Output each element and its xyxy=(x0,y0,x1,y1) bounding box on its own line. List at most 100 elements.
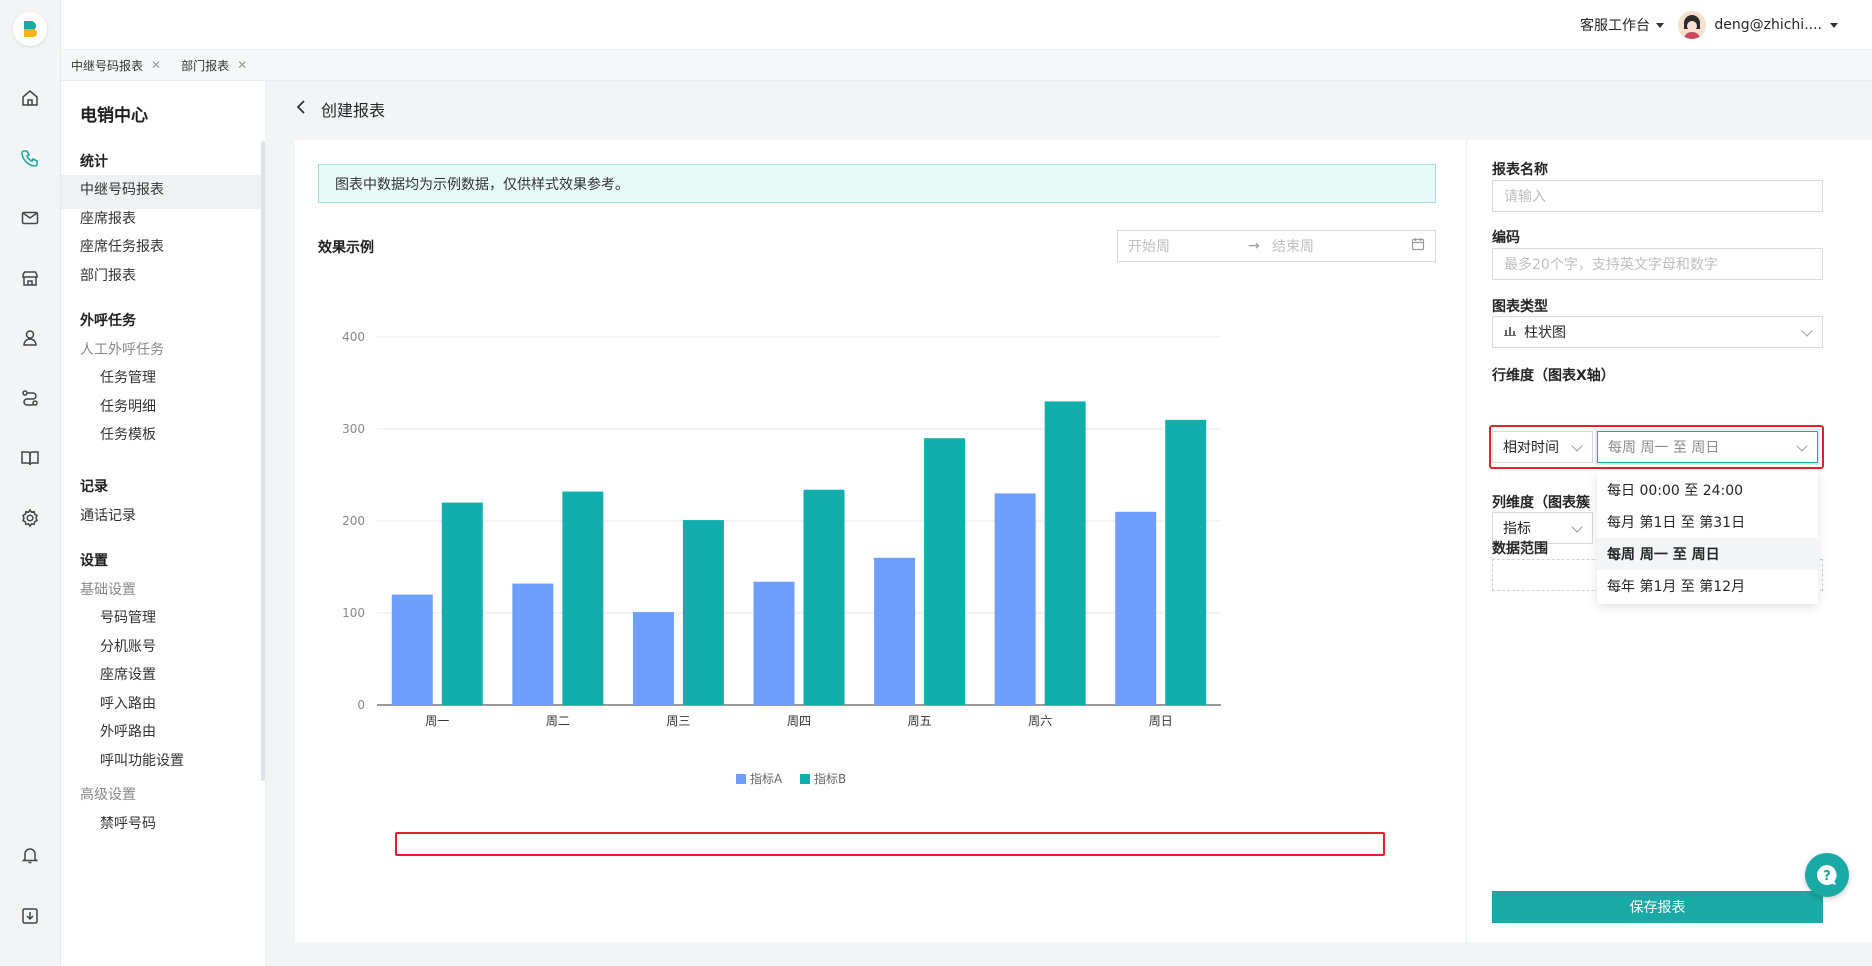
legend-label: 指标A xyxy=(750,771,783,786)
tab-label: 部门报表 xyxy=(181,58,230,73)
tab-label: 中继号码报表 xyxy=(71,58,144,73)
sidebar-item-trunk-report[interactable]: 中继号码报表 xyxy=(80,179,164,199)
sidebar-group-stats: 统计 xyxy=(80,154,108,170)
main-content: 创建报表 图表中数据均为示例数据，仅供样式效果参考。 效果示例 开始周 → 结束… xyxy=(271,81,1872,966)
dropdown-option-monthly[interactable]: 每月 第1日 至 第31日 xyxy=(1597,506,1818,538)
page-title: 创建报表 xyxy=(321,101,386,120)
bar-chart: 0 100 200 300 400 周一 周二 周三 周四 周五 周六 周日指标A 指标B xyxy=(342,330,1221,786)
chevron-down-icon xyxy=(1801,325,1813,337)
x-tick-label: 周日 xyxy=(1149,714,1173,728)
bar-a xyxy=(753,581,795,705)
dropdown-option-daily[interactable]: 每日 00:00 至 24:00 xyxy=(1597,474,1818,506)
dropdown-option-yearly[interactable]: 每年 第1月 至 第12月 xyxy=(1597,570,1818,602)
sidebar-item-agent-settings[interactable]: 座席设置 xyxy=(100,664,156,684)
sidebar-item-number-manage[interactable]: 号码管理 xyxy=(100,607,156,627)
settings-icon[interactable] xyxy=(18,506,42,530)
user-icon[interactable] xyxy=(18,326,42,350)
caret-down-icon xyxy=(1656,22,1664,28)
code-label: 编码 xyxy=(1492,230,1520,246)
x-tick-label: 周四 xyxy=(787,714,811,728)
data-range-label: 数据范围 xyxy=(1492,541,1548,557)
bell-icon[interactable] xyxy=(18,843,42,867)
y-tick-label: 0 xyxy=(357,698,365,712)
sidebar-item-manual-outbound[interactable]: 人工外呼任务 xyxy=(80,339,164,359)
chart-type-label: 图表类型 xyxy=(1492,299,1548,315)
dropdown-option-weekly[interactable]: 每周 周一 至 周日 xyxy=(1597,538,1818,570)
row-dim-label: 行维度（图表X轴） xyxy=(1492,368,1615,384)
chevron-down-icon xyxy=(1571,521,1583,533)
y-tick-label: 200 xyxy=(342,514,365,528)
sidebar-item-advanced-settings[interactable]: 高级设置 xyxy=(80,784,136,804)
sidebar-item-extension[interactable]: 分机账号 xyxy=(100,636,156,656)
phone-icon[interactable] xyxy=(18,146,42,170)
sidebar-scrollbar[interactable] xyxy=(261,141,265,781)
workspace-label: 客服工作台 xyxy=(1580,18,1650,34)
icon-rail xyxy=(0,0,61,966)
top-bar: 客服工作台 deng@zhichi.... xyxy=(61,0,1872,50)
chart-type-select[interactable]: 柱状图 xyxy=(1492,316,1823,348)
bar-b xyxy=(1165,419,1207,705)
store-icon[interactable] xyxy=(18,266,42,290)
workspace-switcher[interactable]: 客服工作台 xyxy=(1580,15,1664,35)
bar-chart-icon xyxy=(1504,324,1516,340)
bar-b xyxy=(924,438,966,705)
bar-a xyxy=(994,493,1036,705)
y-tick-label: 400 xyxy=(342,330,365,344)
code-input[interactable]: 最多20个字，支持英文字母和数字 xyxy=(1492,248,1823,280)
help-icon[interactable]: ? xyxy=(1805,853,1849,897)
tab-trunk-report[interactable]: 中继号码报表 ✕ xyxy=(61,50,171,81)
sidebar-item-outbound-route[interactable]: 外呼路由 xyxy=(100,721,156,741)
sidebar-item-agent-task-report[interactable]: 座席任务报表 xyxy=(80,236,164,256)
sidebar-item-dept-report[interactable]: 部门报表 xyxy=(80,265,136,285)
sidebar-item-inbound-route[interactable]: 呼入路由 xyxy=(100,693,156,713)
row-dim-mode-value: 相对时间 xyxy=(1503,440,1559,456)
user-menu[interactable]: deng@zhichi.... xyxy=(1678,11,1838,39)
route-icon[interactable] xyxy=(18,386,42,410)
sidebar-item-call-records[interactable]: 通话记录 xyxy=(80,505,136,525)
bar-a xyxy=(874,557,916,705)
close-icon[interactable]: ✕ xyxy=(237,58,247,72)
legend-label: 指标B xyxy=(814,771,846,786)
open-tabs: 中继号码报表 ✕ 部门报表 ✕ xyxy=(61,50,1872,81)
sidebar-item-agent-report[interactable]: 座席报表 xyxy=(80,208,136,228)
sidebar-item-task-detail[interactable]: 任务明细 xyxy=(100,396,156,416)
download-icon[interactable] xyxy=(18,904,42,928)
tab-dept-report[interactable]: 部门报表 ✕ xyxy=(171,50,257,81)
x-tick-label: 周三 xyxy=(666,714,690,728)
sidebar-group-records: 记录 xyxy=(80,479,108,495)
back-icon[interactable] xyxy=(295,99,307,119)
sidebar-item-basic-settings[interactable]: 基础设置 xyxy=(80,579,136,599)
bar-a xyxy=(512,583,554,705)
y-tick-label: 100 xyxy=(342,606,365,620)
col-dim-label: 列维度（图表簇 xyxy=(1492,495,1590,511)
row-dim-mode-select[interactable]: 相对时间 xyxy=(1492,431,1593,463)
sidebar-item-call-function[interactable]: 呼叫功能设置 xyxy=(100,750,184,770)
save-report-button[interactable]: 保存报表 xyxy=(1492,891,1823,923)
legend-swatch xyxy=(736,774,746,784)
x-tick-label: 周一 xyxy=(425,714,449,728)
chevron-down-icon xyxy=(1796,440,1808,452)
report-name-input[interactable]: 请输入 xyxy=(1492,180,1823,212)
app-logo-icon[interactable] xyxy=(13,12,47,46)
sidebar-title: 电销中心 xyxy=(80,106,148,126)
bar-b xyxy=(562,491,604,705)
book-icon[interactable] xyxy=(18,446,42,470)
secondary-sidebar: 电销中心 统计 中继号码报表 座席报表 座席任务报表 部门报表 外呼任务 人工外… xyxy=(61,81,266,966)
x-tick-label: 周五 xyxy=(908,714,932,728)
sidebar-item-task-template[interactable]: 任务模板 xyxy=(100,424,156,444)
bar-a xyxy=(632,612,674,705)
sidebar-item-task-manage[interactable]: 任务管理 xyxy=(100,367,156,387)
user-email: deng@zhichi.... xyxy=(1714,17,1822,33)
bar-b xyxy=(803,489,845,705)
row-dim-period-select[interactable]: 每周 周一 至 周日 xyxy=(1597,431,1818,463)
y-tick-label: 300 xyxy=(342,422,365,436)
x-tick-label: 周六 xyxy=(1028,714,1052,728)
sidebar-group-settings: 设置 xyxy=(80,553,108,569)
close-icon[interactable]: ✕ xyxy=(151,58,161,72)
home-icon[interactable] xyxy=(18,86,42,110)
bar-a xyxy=(1115,511,1157,705)
legend-swatch xyxy=(800,774,810,784)
sidebar-item-blocked-numbers[interactable]: 禁呼号码 xyxy=(100,813,156,833)
chart-type-value: 柱状图 xyxy=(1524,325,1566,341)
mail-icon[interactable] xyxy=(18,206,42,230)
